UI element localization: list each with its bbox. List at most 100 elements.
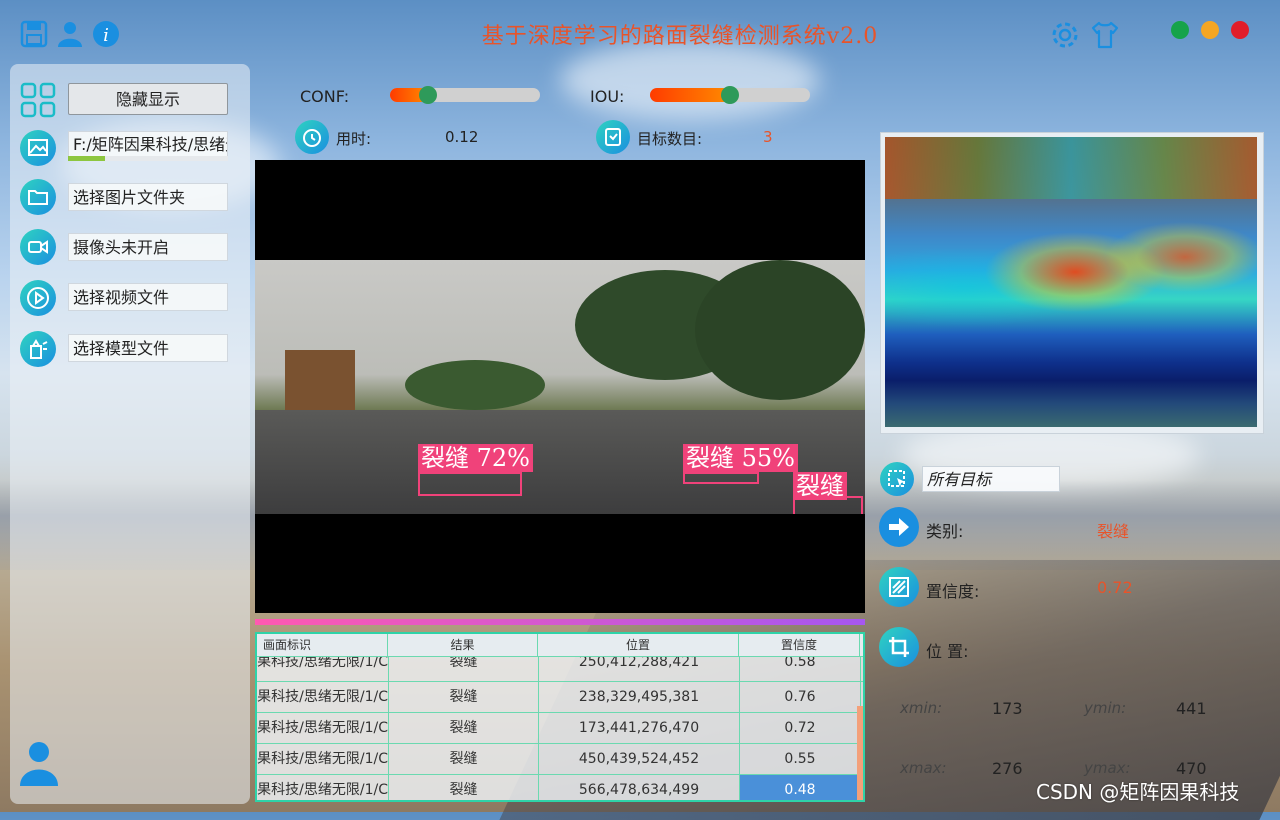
select-model-field[interactable]: 选择模型文件 bbox=[68, 334, 228, 362]
cell-confidence: 0.55 bbox=[740, 744, 861, 774]
confidence-value: 0.72 bbox=[1097, 578, 1133, 597]
video-play-icon[interactable] bbox=[20, 280, 56, 316]
xmax-value: 276 bbox=[992, 759, 1023, 778]
cell-position: 250,412,288,421 bbox=[539, 657, 740, 681]
ymin-value: 441 bbox=[1176, 699, 1207, 718]
hide-display-button[interactable]: 隐藏显示 bbox=[68, 83, 228, 115]
target-count-value: 3 bbox=[763, 128, 773, 146]
heatmap-band-top bbox=[885, 137, 1257, 199]
conf-slider-knob[interactable] bbox=[418, 86, 437, 104]
save-icon[interactable] bbox=[20, 20, 48, 48]
cell-confidence-selected: 0.48 bbox=[740, 775, 861, 800]
result-divider-bar bbox=[255, 619, 865, 625]
conf-slider[interactable] bbox=[390, 86, 540, 104]
cell-source: F:/矩阵因果科技/思绪无限/1/C... bbox=[257, 657, 389, 681]
app-title: 基于深度学习的路面裂缝检测系统v2.0 bbox=[481, 24, 879, 49]
target-count-label: 目标数目: bbox=[637, 130, 703, 148]
table-header: 画面标识 结果 位置 置信度 bbox=[257, 634, 863, 657]
camera-status-field[interactable]: 摄像头未开启 bbox=[68, 233, 228, 261]
user-avatar-icon[interactable] bbox=[18, 740, 60, 786]
target-select-dropdown[interactable]: 所有目标 bbox=[922, 466, 1060, 492]
cell-result: 裂缝 bbox=[389, 682, 539, 712]
detection-label: 裂缝 55% bbox=[683, 444, 798, 472]
column-header[interactable]: 画面标识 bbox=[257, 634, 388, 656]
xmax-label: xmax: bbox=[900, 759, 947, 777]
camera-icon[interactable] bbox=[20, 229, 56, 265]
table-scrollbar[interactable] bbox=[857, 706, 863, 800]
confidence-label: 置信度: bbox=[926, 582, 980, 601]
select-video-field[interactable]: 选择视频文件 bbox=[68, 283, 228, 311]
position-label: 位 置: bbox=[926, 642, 969, 661]
heatmap-image[interactable] bbox=[885, 137, 1257, 427]
timer-icon bbox=[295, 120, 329, 154]
select-folder-field[interactable]: 选择图片文件夹 bbox=[68, 183, 228, 211]
info-icon[interactable]: i bbox=[92, 20, 120, 48]
cell-result: 裂缝 bbox=[389, 744, 539, 774]
xmin-value: 173 bbox=[992, 699, 1023, 718]
class-arrow-icon bbox=[879, 507, 919, 547]
detection-box bbox=[683, 472, 759, 484]
window-minimize-button[interactable] bbox=[1201, 21, 1219, 39]
background-cloud bbox=[560, 40, 820, 120]
target-count-icon bbox=[596, 120, 630, 154]
detection-box bbox=[418, 472, 522, 496]
scene-gate bbox=[285, 350, 355, 410]
results-table[interactable]: 画面标识 结果 位置 置信度 F:/矩阵因果科技/思绪无限/1/C... 裂缝 … bbox=[255, 632, 865, 802]
detection-box bbox=[793, 496, 863, 514]
table-row[interactable]: F:/矩阵因果科技/思绪无限/1/C... 裂缝 250,412,288,421… bbox=[257, 657, 863, 682]
cell-position: 450,439,524,452 bbox=[539, 744, 740, 774]
time-value: 0.12 bbox=[445, 128, 479, 146]
sidebar bbox=[10, 64, 250, 804]
cell-source: F:/矩阵因果科技/思绪无限/1/C... bbox=[257, 775, 389, 800]
scene-tree bbox=[405, 360, 545, 410]
ymin-label: ymin: bbox=[1084, 699, 1127, 717]
theme-shirt-icon[interactable] bbox=[1090, 20, 1119, 49]
xmin-label: xmin: bbox=[900, 699, 943, 717]
cell-position: 566,478,634,499 bbox=[539, 775, 740, 800]
cell-confidence: 0.72 bbox=[740, 713, 861, 743]
position-crop-icon bbox=[879, 627, 919, 667]
model-icon[interactable] bbox=[20, 331, 56, 367]
image-progress-bar bbox=[68, 156, 228, 161]
image-path-field[interactable]: F:/矩阵因果科技/思绪无限/1/C bbox=[68, 131, 228, 157]
grid-menu-icon[interactable] bbox=[20, 82, 56, 118]
image-icon[interactable] bbox=[20, 130, 56, 166]
window-green-button[interactable] bbox=[1171, 21, 1189, 39]
detection-image-viewer[interactable]: 裂缝 72% 裂缝 55% 裂缝 bbox=[255, 160, 865, 613]
class-label: 类别: bbox=[926, 522, 964, 541]
iou-slider[interactable] bbox=[650, 86, 810, 104]
table-row[interactable]: F:/矩阵因果科技/思绪无限/1/C... 裂缝 238,329,495,381… bbox=[257, 682, 863, 713]
column-header[interactable]: 结果 bbox=[388, 634, 538, 656]
cell-result: 裂缝 bbox=[389, 775, 539, 800]
iou-slider-fill bbox=[650, 88, 730, 102]
cell-source: F:/矩阵因果科技/思绪无限/1/C... bbox=[257, 713, 389, 743]
watermark-text: CSDN @矩阵因果科技 bbox=[1036, 780, 1240, 804]
folder-icon[interactable] bbox=[20, 179, 56, 215]
time-label: 用时: bbox=[336, 130, 372, 148]
svg-text:i: i bbox=[103, 25, 109, 46]
confidence-icon bbox=[879, 567, 919, 607]
cell-position: 173,441,276,470 bbox=[539, 713, 740, 743]
cell-confidence: 0.58 bbox=[740, 657, 861, 681]
cell-confidence: 0.76 bbox=[740, 682, 861, 712]
user-icon[interactable] bbox=[56, 20, 84, 48]
column-header[interactable]: 置信度 bbox=[739, 634, 860, 656]
cell-position: 238,329,495,381 bbox=[539, 682, 740, 712]
cell-result: 裂缝 bbox=[389, 657, 539, 681]
column-header[interactable]: 位置 bbox=[538, 634, 739, 656]
detection-label: 裂缝 72% bbox=[418, 444, 533, 472]
window-close-button[interactable] bbox=[1231, 21, 1249, 39]
select-target-icon[interactable] bbox=[880, 462, 914, 496]
cell-source: F:/矩阵因果科技/思绪无限/1/C... bbox=[257, 744, 389, 774]
class-value: 裂缝 bbox=[1097, 522, 1130, 541]
table-row[interactable]: F:/矩阵因果科技/思绪无限/1/C... 裂缝 450,439,524,452… bbox=[257, 744, 863, 775]
table-row[interactable]: F:/矩阵因果科技/思绪无限/1/C... 裂缝 173,441,276,470… bbox=[257, 713, 863, 744]
cell-source: F:/矩阵因果科技/思绪无限/1/C... bbox=[257, 682, 389, 712]
table-row-selected[interactable]: F:/矩阵因果科技/思绪无限/1/C... 裂缝 566,478,634,499… bbox=[257, 775, 863, 800]
settings-icon[interactable] bbox=[1050, 20, 1078, 48]
road-scene-image: 裂缝 72% 裂缝 55% 裂缝 bbox=[255, 260, 865, 514]
conf-label: CONF: bbox=[300, 87, 350, 106]
cell-result: 裂缝 bbox=[389, 713, 539, 743]
iou-slider-knob[interactable] bbox=[721, 86, 739, 104]
iou-label: IOU: bbox=[590, 87, 625, 106]
